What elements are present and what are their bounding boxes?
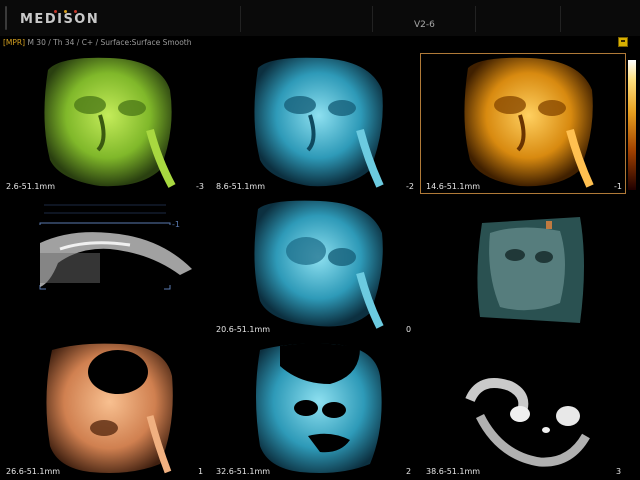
slice-index: 0 xyxy=(406,325,412,334)
slice-range-label: 2.6-51.1mm xyxy=(6,182,56,191)
slice-range-label: 8.6-51.1mm xyxy=(216,182,266,191)
probe-label: V2-6 xyxy=(414,20,435,30)
slice-index: 2 xyxy=(406,467,412,476)
color-map-bar xyxy=(628,60,636,190)
slice-image xyxy=(39,204,192,290)
slice-panel[interactable]: 8.6-51.1mm -2 xyxy=(210,50,420,193)
selection-frame xyxy=(420,53,626,194)
slice-image xyxy=(46,343,173,474)
slice-range-label: 38.6-51.1mm xyxy=(426,467,481,476)
slice-panel[interactable]: 38.6-51.1mm 3 xyxy=(420,336,630,479)
volume-render-panel[interactable] xyxy=(420,193,630,336)
slice-image xyxy=(477,217,584,323)
slice-range-label: 20.6-51.1mm xyxy=(216,325,271,334)
brand-logo: MEDISON xyxy=(20,12,100,27)
slice-panel[interactable]: 32.6-51.1mm 2 xyxy=(210,336,420,479)
slice-panel[interactable]: 20.6-51.1mm 0 xyxy=(210,193,420,336)
mpr-info-line: [MPR] M 30 / Th 34 / C+ / Surface:Surfac… xyxy=(3,38,192,47)
slice-image xyxy=(256,343,382,473)
slice-index: -3 xyxy=(196,182,204,191)
top-bar-divider xyxy=(475,6,476,32)
slice-range-label: 32.6-51.1mm xyxy=(216,467,271,476)
slice-range-label: 26.6-51.1mm xyxy=(6,467,61,476)
mpr-tag: [MPR] xyxy=(3,38,26,47)
slice-index: 3 xyxy=(616,467,622,476)
slice-panel[interactable]: 26.6-51.1mm 1 xyxy=(0,336,210,479)
render-params: M 30 / Th 34 / C+ / Surface:Surface Smoo… xyxy=(25,38,192,47)
camera-icon[interactable] xyxy=(618,37,628,47)
slice-index: 1 xyxy=(198,467,204,476)
slice-index: -2 xyxy=(406,182,414,191)
slice-image xyxy=(254,57,384,188)
top-bar: MEDISON V2-6 xyxy=(0,0,640,36)
slice-image xyxy=(465,378,590,467)
slice-panel[interactable]: 2.6-51.1mm -3 xyxy=(0,50,210,193)
slice-image xyxy=(254,200,384,329)
top-bar-divider xyxy=(560,6,561,32)
mpr-reference-panel[interactable]: -1 xyxy=(0,193,210,336)
slice-index: -1 xyxy=(172,220,180,229)
top-bar-divider xyxy=(240,6,241,32)
slice-image xyxy=(44,57,176,188)
top-bar-divider xyxy=(372,6,373,32)
top-bar-handle xyxy=(5,6,7,30)
